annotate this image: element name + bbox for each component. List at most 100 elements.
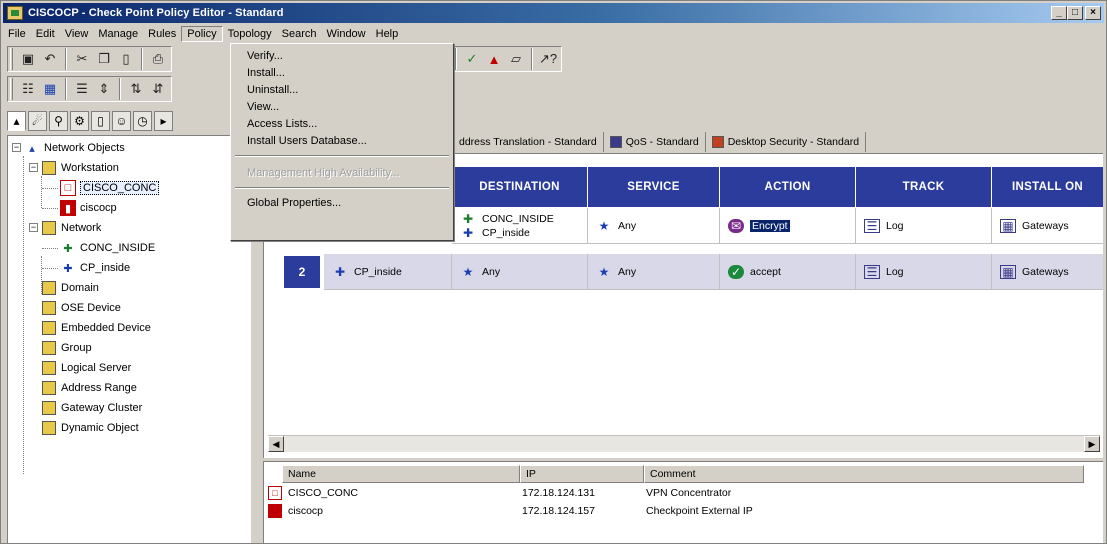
list-header-comment[interactable]: Comment [644, 465, 1084, 483]
undo-icon[interactable]: ↶ [39, 48, 61, 70]
address-range-icon [42, 381, 56, 395]
cut-icon[interactable]: ✂ [71, 48, 93, 70]
scroll-left-arrow-icon[interactable]: ◀ [268, 436, 284, 452]
filter-icon[interactable]: ⇕ [93, 78, 115, 100]
sort-desc-icon[interactable]: ⇵ [147, 78, 169, 100]
print-icon[interactable]: ⎙ [147, 48, 169, 70]
network-objects-tab-icon[interactable]: ▴ [7, 111, 26, 131]
tree-view-icon[interactable]: ☷ [17, 78, 39, 100]
tab-qos[interactable]: QoS - Standard [604, 132, 706, 152]
tree-network[interactable]: Network [41, 218, 101, 238]
rule-2-number[interactable]: 2 [284, 256, 320, 288]
rule-2-service[interactable]: ★ Any [588, 254, 720, 290]
policy-editor-window: CISCOCP - Check Point Policy Editor - St… [0, 0, 1107, 544]
tree-ose-device[interactable]: OSE Device [41, 298, 121, 318]
users-tab-icon[interactable]: ☺ [112, 111, 131, 131]
rules-horizontal-scrollbar[interactable]: ◀ ▶ [268, 435, 1100, 452]
menu-item-verify[interactable]: Verify... [247, 47, 283, 65]
vpn-concentrator-icon: □ [60, 180, 76, 196]
menu-item-access-lists[interactable]: Access Lists... [247, 115, 317, 133]
collapse-root-toggle[interactable]: − [12, 143, 21, 152]
title-bar[interactable]: CISCOCP - Check Point Policy Editor - St… [3, 3, 1104, 23]
menu-file[interactable]: File [3, 26, 31, 42]
tab-desktop-security[interactable]: Desktop Security - Standard [706, 132, 867, 152]
collapse-network-toggle[interactable]: − [29, 223, 38, 232]
menu-edit[interactable]: Edit [31, 26, 60, 42]
column-header-action[interactable]: ACTION [720, 167, 856, 207]
tree-address-range[interactable]: Address Range [41, 378, 137, 398]
servers-tab-icon[interactable]: ⚙ [70, 111, 89, 131]
tree-item-ciscocp[interactable]: ▮ ciscocp [60, 198, 117, 218]
collapse-workstation-toggle[interactable]: − [29, 163, 38, 172]
help-icon[interactable]: ↗? [537, 48, 559, 70]
opsec-tab-icon[interactable]: ▯ [91, 111, 110, 131]
menu-policy[interactable]: Policy [181, 26, 223, 42]
menu-item-uninstall[interactable]: Uninstall... [247, 81, 298, 99]
verify-icon[interactable]: ✓ [461, 48, 483, 70]
any-star-icon: ★ [598, 264, 610, 279]
objects-list: Name IP Comment □ CISCO_CONC 172.18.124.… [263, 461, 1103, 543]
resources-tab-icon[interactable]: ⚲ [49, 111, 68, 131]
column-header-install-on[interactable]: INSTALL ON [992, 167, 1103, 207]
rule-1-service[interactable]: ★ Any [588, 208, 720, 244]
rule-1-track[interactable]: ☰ Log [856, 208, 992, 244]
tree-item-cp-inside[interactable]: ✚ CP_inside [60, 258, 130, 278]
close-button[interactable]: × [1085, 6, 1101, 20]
list-header-name[interactable]: Name [282, 465, 520, 483]
list-header-ip[interactable]: IP [520, 465, 644, 483]
menu-help[interactable]: Help [371, 26, 404, 42]
uninstall-icon[interactable]: ▱ [505, 48, 527, 70]
tree-dynamic-object[interactable]: Dynamic Object [41, 418, 139, 438]
rule-2-source[interactable]: ✚ CP_inside [324, 254, 452, 290]
tree-domain[interactable]: Domain [41, 278, 99, 298]
tree-root[interactable]: ▴ Network Objects [24, 138, 124, 158]
rule-list-icon[interactable]: ☰ [71, 78, 93, 100]
menu-item-install[interactable]: Install... [247, 64, 285, 82]
log-icon: ☰ [864, 264, 880, 279]
paste-icon[interactable]: ▯ [115, 48, 137, 70]
install-icon[interactable]: ▲ [483, 48, 505, 70]
column-header-track[interactable]: TRACK [856, 167, 992, 207]
menu-item-global-properties[interactable]: Global Properties... [247, 194, 341, 212]
tree-embedded-device[interactable]: Embedded Device [41, 318, 151, 338]
copy-icon[interactable]: ❐ [93, 48, 115, 70]
menu-rules[interactable]: Rules [143, 26, 181, 42]
maximize-button[interactable]: □ [1067, 6, 1083, 20]
tree-group[interactable]: Group [41, 338, 92, 358]
rule-2-destination[interactable]: ★ Any [452, 254, 588, 290]
menu-item-install-users-database[interactable]: Install Users Database... [247, 132, 367, 150]
ose-device-icon [42, 301, 56, 315]
any-star-icon: ★ [462, 264, 474, 279]
menu-topology[interactable]: Topology [223, 26, 277, 42]
column-header-service[interactable]: SERVICE [588, 167, 720, 207]
tab-address-translation[interactable]: ddress Translation - Standard [453, 132, 604, 152]
time-tab-icon[interactable]: ◷ [133, 111, 152, 131]
rule-2-track[interactable]: ☰ Log [856, 254, 992, 290]
rule-1-install-on[interactable]: ▦ Gateways [992, 208, 1103, 244]
tree-gateway-cluster[interactable]: Gateway Cluster [41, 398, 142, 418]
services-tab-icon[interactable]: ☄ [28, 111, 47, 131]
rule-2-action[interactable]: ✓ accept [720, 254, 856, 290]
rule-1-destination[interactable]: ✚ CONC_INSIDE ✚ CP_inside [452, 208, 588, 244]
rule-1-action[interactable]: ✉ Encrypt [720, 208, 856, 244]
tree-logical-server[interactable]: Logical Server [41, 358, 131, 378]
save-icon[interactable]: ▣ [17, 48, 39, 70]
menu-window[interactable]: Window [322, 26, 371, 42]
column-header-destination[interactable]: DESTINATION [452, 167, 588, 207]
minimize-button[interactable]: _ [1051, 6, 1067, 20]
rule-2-install-on[interactable]: ▦ Gateways [992, 254, 1103, 290]
more-tab-icon[interactable]: ▸ [154, 111, 173, 131]
scroll-right-arrow-icon[interactable]: ▶ [1084, 436, 1100, 452]
sort-asc-icon[interactable]: ⇅ [125, 78, 147, 100]
list-view-icon[interactable]: ▦ [39, 78, 61, 100]
tree-workstation[interactable]: Workstation [41, 158, 119, 178]
network-object-icon: ✚ [334, 264, 346, 279]
menu-manage[interactable]: Manage [93, 26, 143, 42]
menu-search[interactable]: Search [277, 26, 322, 42]
menu-item-view[interactable]: View... [247, 98, 279, 116]
any-star-icon: ★ [598, 218, 610, 233]
menu-view[interactable]: View [60, 26, 94, 42]
tree-item-conc-inside[interactable]: ✚ CONC_INSIDE [60, 238, 155, 258]
accept-icon: ✓ [728, 264, 744, 279]
tree-item-cisco-conc[interactable]: □ CISCO_CONC [60, 178, 160, 198]
